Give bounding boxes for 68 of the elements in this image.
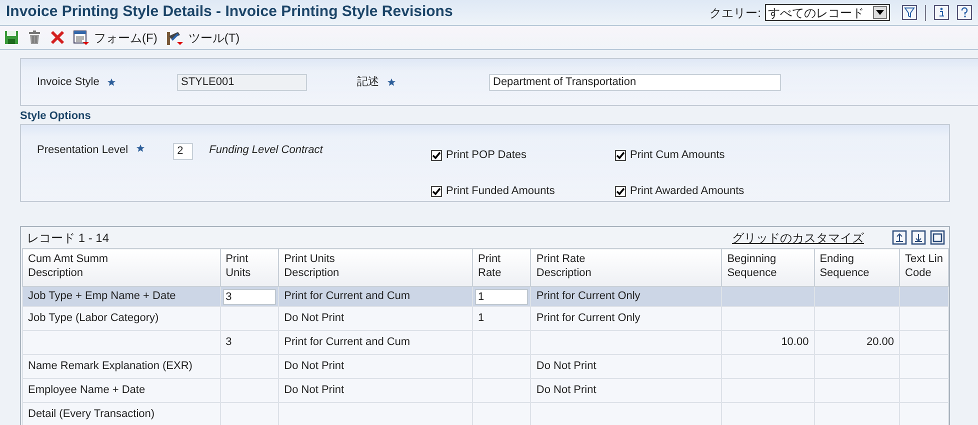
text-field: STYLE001 xyxy=(177,74,307,90)
table-cell: Do Not Print xyxy=(536,384,596,396)
table-cell: Do Not Print xyxy=(284,384,344,396)
close-icon[interactable] xyxy=(50,30,65,45)
table-cell: Do Not Print xyxy=(284,360,344,372)
checkbox-label: Print POP Dates xyxy=(446,148,526,163)
text-field[interactable]: Department of Transportation xyxy=(489,74,781,90)
query-label: クエリー: xyxy=(710,4,761,22)
record-count: レコード 1 - 14 xyxy=(27,230,110,246)
field-label: Presentation Level xyxy=(37,143,128,158)
table-row[interactable]: Detail (Every Transaction) xyxy=(22,402,948,425)
table-cell: 10.00 xyxy=(781,336,809,348)
column-header[interactable]: Cum Amt Summ Description xyxy=(22,248,220,286)
column-header[interactable]: Print Rate Description xyxy=(530,248,722,286)
trash-icon[interactable] xyxy=(27,30,42,45)
table-cell: Job Type + Emp Name + Date xyxy=(28,290,176,302)
window-title: Invoice Printing Style Details - Invoice Printing Style Revisions xyxy=(6,2,453,22)
table-cell: Do Not Print xyxy=(284,312,344,324)
checkbox-label: Print Cum Amounts xyxy=(630,148,725,163)
table-cell: Print for Current Only xyxy=(536,290,640,302)
filter-icon[interactable] xyxy=(902,4,917,21)
save-icon[interactable] xyxy=(4,30,19,45)
level-field[interactable]: 2 xyxy=(173,143,194,160)
maximize-icon[interactable] xyxy=(930,230,945,245)
table-cell: 1 xyxy=(478,312,484,324)
table-cell: Detail (Every Transaction) xyxy=(28,408,155,420)
table-cell: Name Remark Explanation (EXR) xyxy=(28,360,192,372)
checkbox[interactable] xyxy=(615,150,626,160)
table-cell: Job Type (Labor Category) xyxy=(28,312,159,324)
checkbox[interactable] xyxy=(615,186,626,196)
customize-link[interactable]: グリッドのカスタマイズ xyxy=(732,228,864,246)
query-dropdown[interactable]: すべてのレコード xyxy=(765,4,890,21)
column-header[interactable]: Print Rate xyxy=(472,248,531,286)
form-menu[interactable]: フォーム(F) xyxy=(73,28,158,46)
table-cell: Employee Name + Date xyxy=(28,384,146,396)
tools-menu[interactable]: ツール(T) xyxy=(165,28,240,46)
table-row[interactable]: Job Type (Labor Category) Do Not Print 1 Print for Current Only xyxy=(22,306,948,330)
table-row[interactable]: 3 Print for Current and Cum 10.00 20.00 xyxy=(22,330,948,354)
import-icon[interactable] xyxy=(911,230,926,245)
table-row[interactable]: Job Type + Emp Name + Date 3 Print for Current and Cum 1 Print for Current Only xyxy=(22,286,948,306)
table-row[interactable]: Name Remark Explanation (EXR) Do Not Print Do Not Print xyxy=(22,354,948,378)
table-cell: 20.00 xyxy=(866,336,894,348)
export-icon[interactable] xyxy=(892,230,907,245)
cell-input[interactable]: 1 xyxy=(475,288,528,304)
field-label: Invoice Style xyxy=(37,74,100,90)
checkbox[interactable] xyxy=(431,186,442,196)
column-header[interactable]: Print Units Description xyxy=(278,248,472,286)
column-header[interactable]: Ending Sequence xyxy=(814,248,900,286)
info-icon[interactable] xyxy=(934,4,949,21)
form-icon xyxy=(73,30,90,46)
table-cell: Print for Current and Cum xyxy=(284,290,410,302)
table-cell: Print for Current and Cum xyxy=(284,336,410,348)
level-description: Funding Level Contract xyxy=(209,143,323,158)
column-header[interactable]: Beginning Sequence xyxy=(722,248,814,286)
section-title: Style Options xyxy=(20,111,92,122)
checkbox-label: Print Awarded Amounts xyxy=(630,184,744,199)
help-icon[interactable] xyxy=(957,4,972,21)
table-cell: 3 xyxy=(226,336,232,348)
table-cell: Print for Current Only xyxy=(536,312,640,324)
checkbox-label: Print Funded Amounts xyxy=(446,184,555,199)
cell-input[interactable]: 3 xyxy=(222,288,276,304)
checkbox[interactable] xyxy=(431,150,442,160)
table-row[interactable]: Employee Name + Date Do Not Print Do Not Print xyxy=(22,378,948,402)
field-label: 記述 xyxy=(357,74,379,90)
hammer-icon xyxy=(165,30,184,46)
table-cell: Do Not Print xyxy=(536,360,596,372)
column-header[interactable]: Text Lin Code xyxy=(900,248,948,286)
column-header[interactable]: Print Units xyxy=(220,248,279,286)
